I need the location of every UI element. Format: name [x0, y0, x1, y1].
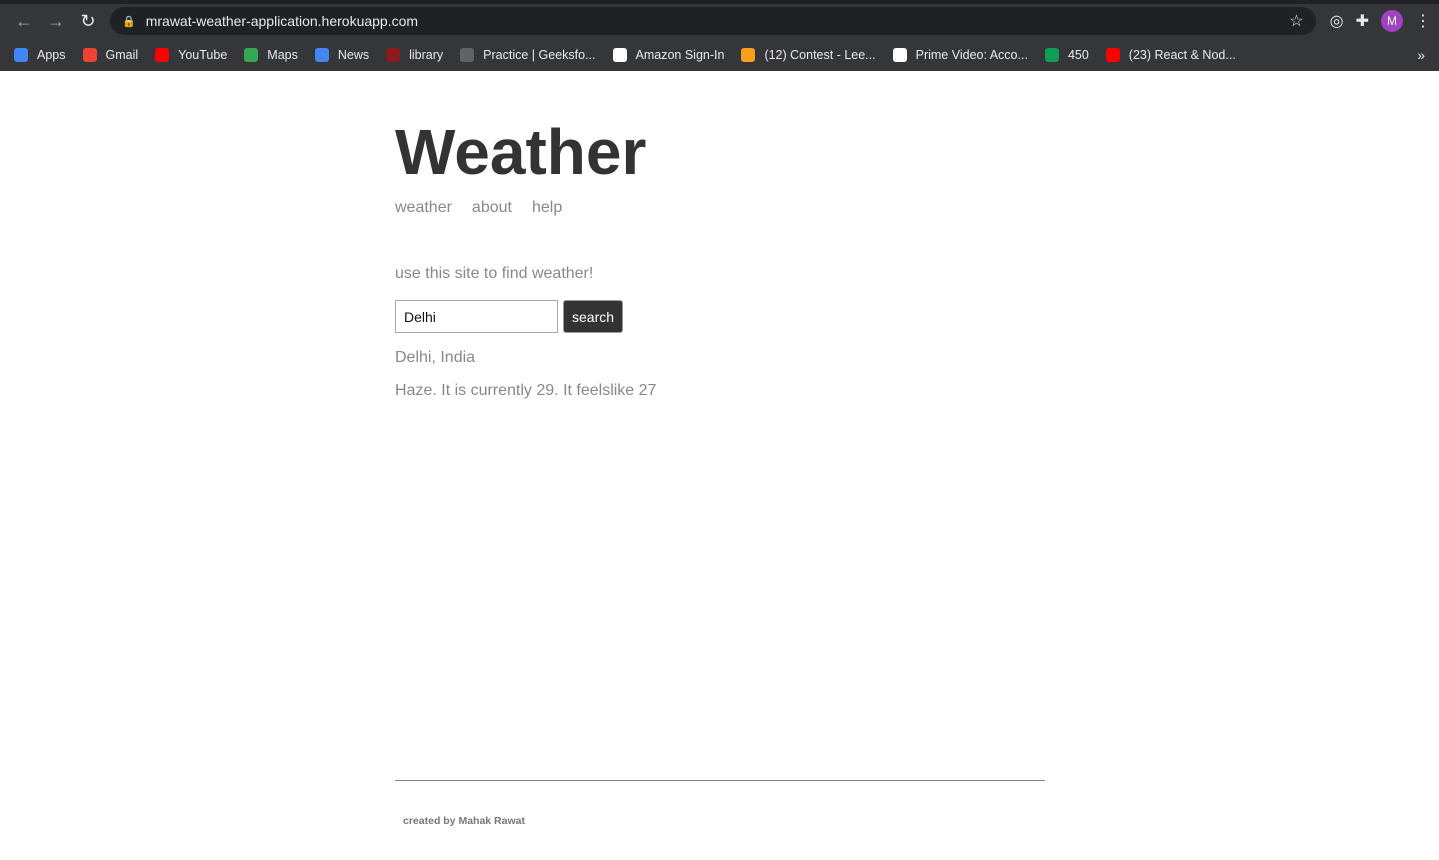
apps-grid-icon: [14, 47, 28, 62]
nav-weather[interactable]: weather: [395, 199, 452, 217]
menu-kebab-icon[interactable]: ⋮: [1415, 11, 1431, 31]
bookmark-label: Maps: [267, 47, 298, 62]
extensions-puzzle-icon[interactable]: ✚: [1356, 11, 1369, 31]
address-bar[interactable]: 🔒 mrawat-weather-application.herokuapp.c…: [110, 7, 1316, 35]
footer-credit: created by Mahak Rawat: [403, 815, 525, 827]
bookmarks-bar: Apps Gmail YouTube Maps News library Practice …: [0, 38, 1439, 71]
reload-icon[interactable]: ↻: [72, 11, 104, 32]
footer: created by Mahak Rawat: [395, 780, 1045, 827]
bookmark-label: Amazon Sign-In: [635, 47, 725, 62]
url-text: mrawat-weather-application.herokuapp.com: [145, 13, 419, 29]
search-button[interactable]: search: [563, 300, 624, 333]
browser-chrome: ← → ↻ 🔒 mrawat-weather-application.herok…: [0, 0, 1439, 71]
gmail-icon: [82, 47, 97, 62]
bookmark-item[interactable]: Gmail: [82, 47, 139, 62]
bookmark-label: Practice | Geeksfo...: [483, 47, 596, 62]
bookmark-label: Gmail: [105, 47, 139, 62]
sheets-icon: [1044, 47, 1059, 62]
amazon-icon: [892, 47, 907, 62]
bookmark-label: Prime Video: Acco...: [915, 47, 1028, 62]
bookmark-item[interactable]: News: [314, 47, 370, 62]
bookmark-item[interactable]: Apps: [14, 47, 66, 62]
intro-text: use this site to find weather!: [395, 265, 594, 282]
lock-icon: 🔒: [122, 15, 136, 28]
page-content: Weather weather about help use this site…: [395, 71, 1045, 400]
bookmark-item[interactable]: Amazon Sign-In: [612, 47, 725, 62]
globe-icon: [460, 47, 475, 62]
location-result: Delhi, India: [395, 349, 476, 366]
nav-about[interactable]: about: [472, 199, 512, 217]
more-bookmarks-icon[interactable]: »: [1417, 47, 1425, 63]
bookmark-star-icon[interactable]: ☆: [1289, 11, 1303, 31]
nav-help[interactable]: help: [532, 199, 562, 217]
bookmark-item[interactable]: 450: [1044, 47, 1089, 62]
forward-icon[interactable]: →: [40, 11, 72, 32]
forecast-result: Haze. It is currently 29. It feelslike 2…: [395, 382, 657, 399]
library-icon: [386, 47, 401, 62]
page-title: Weather: [395, 116, 647, 188]
bookmark-label: News: [337, 47, 370, 62]
extension-target-icon[interactable]: ◎: [1330, 11, 1344, 31]
youtube-icon: [1105, 47, 1120, 62]
leetcode-icon: [741, 47, 756, 62]
maps-pin-icon: [244, 47, 259, 62]
avatar[interactable]: M: [1381, 10, 1403, 32]
toolbar: ← → ↻ 🔒 mrawat-weather-application.herok…: [0, 4, 1439, 38]
location-input[interactable]: [395, 300, 558, 333]
google-news-icon: [314, 47, 329, 62]
bookmark-item[interactable]: (23) React & Nod...: [1105, 47, 1236, 62]
bookmark-label: library: [409, 47, 444, 62]
bookmark-label: (12) Contest - Lee...: [764, 47, 876, 62]
bookmark-item[interactable]: library: [386, 47, 444, 62]
bookmark-label: 450: [1067, 47, 1089, 62]
bookmark-item[interactable]: (12) Contest - Lee...: [741, 47, 876, 62]
youtube-icon: [155, 47, 170, 62]
bookmark-item[interactable]: Practice | Geeksfo...: [460, 47, 596, 62]
bookmark-label: Apps: [37, 47, 66, 62]
bookmark-item[interactable]: YouTube: [155, 47, 228, 62]
amazon-icon: [612, 47, 627, 62]
bookmark-item[interactable]: Prime Video: Acco...: [892, 47, 1028, 62]
site-nav: weather about help: [395, 199, 1045, 217]
search-form: search: [395, 300, 1045, 333]
back-icon[interactable]: ←: [8, 11, 40, 32]
bookmark-label: YouTube: [178, 47, 228, 62]
bookmark-item[interactable]: Maps: [244, 47, 298, 62]
bookmark-label: (23) React & Nod...: [1128, 47, 1236, 62]
